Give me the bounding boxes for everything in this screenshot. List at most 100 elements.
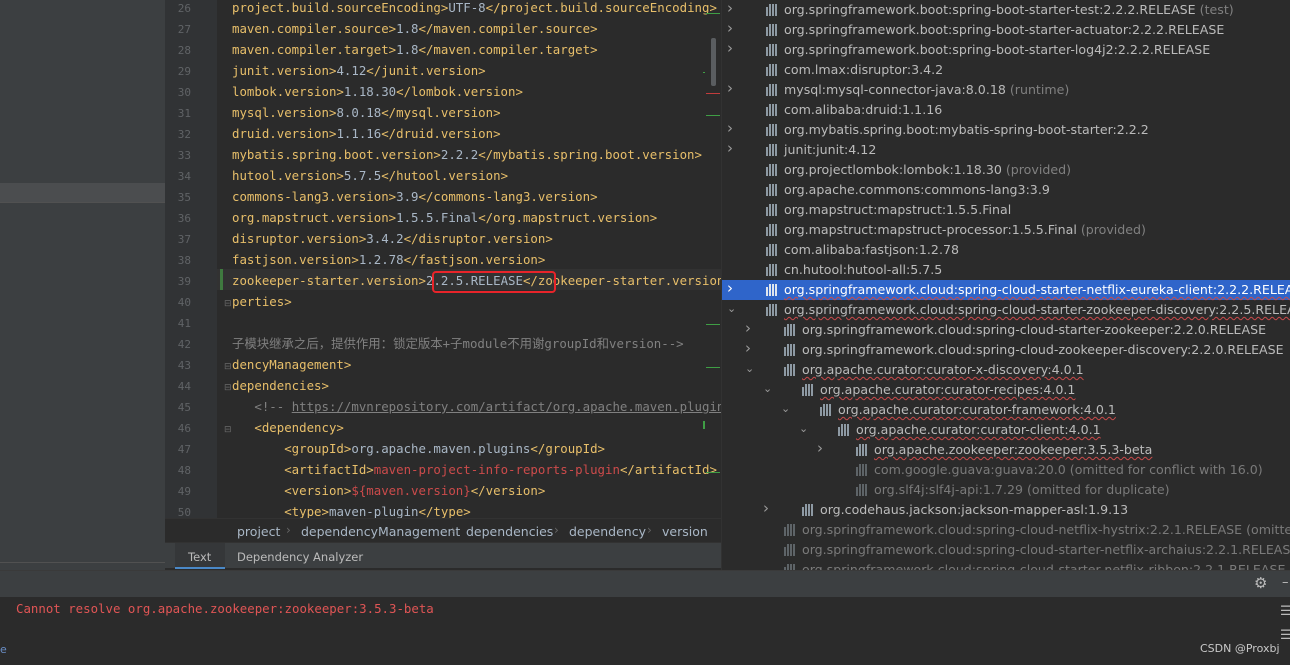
tab-dependency-analyzer[interactable]: Dependency Analyzer (237, 550, 363, 564)
dependency-coordinate: org.springframework.cloud:spring-cloud-z… (802, 342, 1284, 357)
code-editor[interactable]: 26 27 28 29 30 31 32 33 34 35 36 37 38 39 40 41 42 43 44 45… (165, 0, 721, 518)
error-message[interactable]: Cannot resolve org.apache.zookeeper:zook… (16, 601, 434, 616)
error-mark (706, 93, 720, 94)
dependency-row[interactable]: org.slf4j:slf4j-api:1.7.29 (omitted for … (722, 480, 1290, 500)
dependency-coordinate: com.alibaba:fastjson:1.2.78 (784, 242, 959, 257)
dependency-row[interactable]: org.springframework.cloud:spring-cloud-s… (722, 540, 1290, 560)
dependency-name: org.mapstruct:mapstruct:1.5.5.Final (784, 202, 1011, 217)
dependency-row[interactable]: ⌄ org.apache.curator:curator-framework:4.… (722, 400, 1290, 420)
line-number: 36 (177, 212, 191, 225)
breadcrumb-item[interactable]: dependencyManagement (301, 524, 460, 539)
library-icon (766, 224, 780, 236)
gear-icon[interactable]: ⚙ (1254, 574, 1267, 592)
dependency-row[interactable]: org.springframework.cloud:spring-cloud-n… (722, 520, 1290, 540)
chevron-right-icon[interactable]: › (727, 139, 733, 157)
chevron-right-icon[interactable]: › (727, 279, 733, 297)
dependency-row[interactable]: › org.springframework.boot:spring-boot-st… (722, 39, 1290, 60)
fold-icon[interactable]: ⊟ (224, 299, 232, 309)
dependency-row[interactable]: com.google.guava:guava:20.0 (omitted for… (722, 460, 1290, 480)
line-number: 27 (177, 23, 191, 36)
dependency-row[interactable]: org.mapstruct:mapstruct:1.5.5.Final (722, 200, 1290, 220)
breadcrumb: project › dependencyManagement › depende… (165, 518, 721, 542)
dependency-coordinate: org.apache.curator:curator-x-discovery:4… (802, 362, 1084, 377)
list-icon[interactable]: ☰ (1280, 604, 1290, 619)
dependency-row[interactable]: org.projectlombok:lombok:1.18.30 (provid… (722, 160, 1290, 180)
chevron-down-icon[interactable]: ⌄ (781, 402, 790, 415)
dependency-row[interactable]: › org.mybatis.spring.boot:mybatis-spring-… (722, 119, 1290, 140)
chevron-right-icon: › (286, 523, 291, 537)
dependency-row[interactable]: › org.springframework.cloud:spring-cloud-… (722, 279, 1290, 300)
dependency-scope: (provided) (1005, 162, 1071, 177)
minimize-icon[interactable]: – (1282, 575, 1289, 590)
chevron-right-icon[interactable]: › (727, 79, 733, 97)
fold-icon[interactable]: ⊟ (224, 362, 232, 372)
library-icon (766, 264, 780, 276)
chevron-right-icon[interactable]: › (727, 0, 733, 17)
dependency-row[interactable]: › org.springframework.cloud:spring-cloud-… (722, 339, 1290, 360)
dependency-row[interactable]: › org.codehaus.jackson:jackson-mapper-asl… (722, 499, 1290, 520)
dependency-row[interactable]: › mysql:mysql-connector-java:8.0.18 (runt… (722, 79, 1290, 100)
line-number: 47 (177, 443, 191, 456)
dependency-row[interactable]: org.mapstruct:mapstruct-processor:1.5.5.… (722, 220, 1290, 240)
dependency-coordinate: org.springframework.cloud:spring-cloud-n… (802, 522, 1290, 537)
dependency-coordinate: org.springframework.boot:spring-boot-sta… (784, 2, 1196, 17)
dependency-row[interactable]: com.alibaba:druid:1.1.16 (722, 100, 1290, 120)
chevron-down-icon[interactable]: ⌄ (745, 362, 754, 375)
dependency-row[interactable]: org.springframework.cloud:spring-cloud-s… (722, 560, 1290, 570)
chevron-right-icon[interactable]: › (745, 319, 751, 337)
project-selected-row[interactable] (0, 183, 165, 203)
library-icon (802, 384, 816, 396)
dependency-row[interactable]: com.lmax:disruptor:3.4.2 (722, 60, 1290, 80)
line-number: 48 (177, 464, 191, 477)
dependency-row[interactable]: › org.apache.zookeeper:zookeeper:3.5.3-be… (722, 439, 1290, 460)
chevron-right-icon[interactable]: › (745, 339, 751, 357)
dependency-coordinate: org.springframework.boot:spring-boot-sta… (784, 42, 1211, 57)
dependency-name: org.mapstruct:mapstruct-processor:1.5.5.… (784, 222, 1146, 237)
breadcrumb-item[interactable]: dependency (569, 524, 646, 539)
dependency-name: org.apache.curator:curator-x-discovery:4… (802, 362, 1084, 377)
dependency-name: org.springframework.boot:spring-boot-sta… (784, 42, 1210, 57)
breadcrumb-item[interactable]: dependencies (466, 524, 553, 539)
line-number: 33 (177, 149, 191, 162)
dependency-row[interactable]: org.apache.commons:commons-lang3:3.9 (722, 180, 1290, 200)
sort-icon[interactable]: ☰ (1280, 628, 1290, 643)
chevron-right-icon[interactable]: › (727, 19, 733, 37)
dependency-tree[interactable]: › org.springframework.boot:spring-boot-st… (721, 0, 1290, 570)
dependency-row[interactable]: ⌄ org.apache.curator:curator-client:4.0.1 (722, 420, 1290, 440)
chevron-right-icon[interactable]: › (817, 439, 823, 457)
breadcrumb-item[interactable]: version (662, 524, 708, 539)
dependency-row[interactable]: ⌄ org.apache.curator:curator-recipes:4.0.… (722, 380, 1290, 400)
chevron-down-icon[interactable]: ⌄ (763, 382, 772, 395)
dependency-name: org.springframework.cloud:spring-cloud-s… (802, 322, 1266, 337)
dependency-row[interactable]: › org.springframework.cloud:spring-cloud-… (722, 319, 1290, 340)
tab-text[interactable]: Text (188, 550, 211, 564)
chevron-right-icon[interactable]: › (727, 39, 733, 57)
library-icon (766, 84, 780, 96)
line-number: 35 (177, 191, 191, 204)
chevron-right-icon: › (554, 523, 559, 537)
library-icon (766, 144, 780, 156)
dependency-name: org.apache.curator:curator-recipes:4.0.1 (820, 382, 1075, 397)
fold-icon[interactable]: ⊟ (224, 425, 232, 435)
dependency-coordinate: com.google.guava:guava:20.0 (omitted for… (874, 462, 1263, 477)
fold-icon[interactable]: ⊟ (224, 383, 232, 393)
chevron-right-icon[interactable]: › (727, 119, 733, 137)
dependency-row[interactable]: › junit:junit:4.12 (722, 139, 1290, 160)
dependency-row[interactable]: › org.springframework.boot:spring-boot-st… (722, 19, 1290, 40)
dependency-row[interactable]: cn.hutool:hutool-all:5.7.5 (722, 260, 1290, 280)
dependency-coordinate: org.projectlombok:lombok:1.18.30 (784, 162, 1002, 177)
code-lines[interactable]: project.build.sourceEncoding>UTF-8</proj… (232, 0, 721, 518)
chevron-down-icon[interactable]: ⌄ (799, 422, 808, 435)
chevron-down-icon[interactable]: ⌄ (727, 302, 736, 315)
dependency-row[interactable]: › org.springframework.boot:spring-boot-st… (722, 0, 1290, 20)
editor-scrollbar[interactable] (711, 38, 716, 86)
chevron-right-icon[interactable]: › (763, 499, 769, 517)
breadcrumb-item[interactable]: project (237, 524, 280, 539)
dependency-row[interactable]: ⌄ org.apache.curator:curator-x-discovery:… (722, 360, 1290, 380)
dependency-row[interactable]: com.alibaba:fastjson:1.2.78 (722, 240, 1290, 260)
dependency-row[interactable]: ⌄ org.springframework.cloud:spring-cloud-… (722, 300, 1290, 320)
dependency-name: org.springframework.cloud:spring-cloud-z… (802, 342, 1284, 357)
project-panel[interactable] (0, 0, 165, 570)
line-number: 42 (177, 338, 191, 351)
dependency-name: org.springframework.cloud:spring-cloud-s… (802, 542, 1290, 557)
